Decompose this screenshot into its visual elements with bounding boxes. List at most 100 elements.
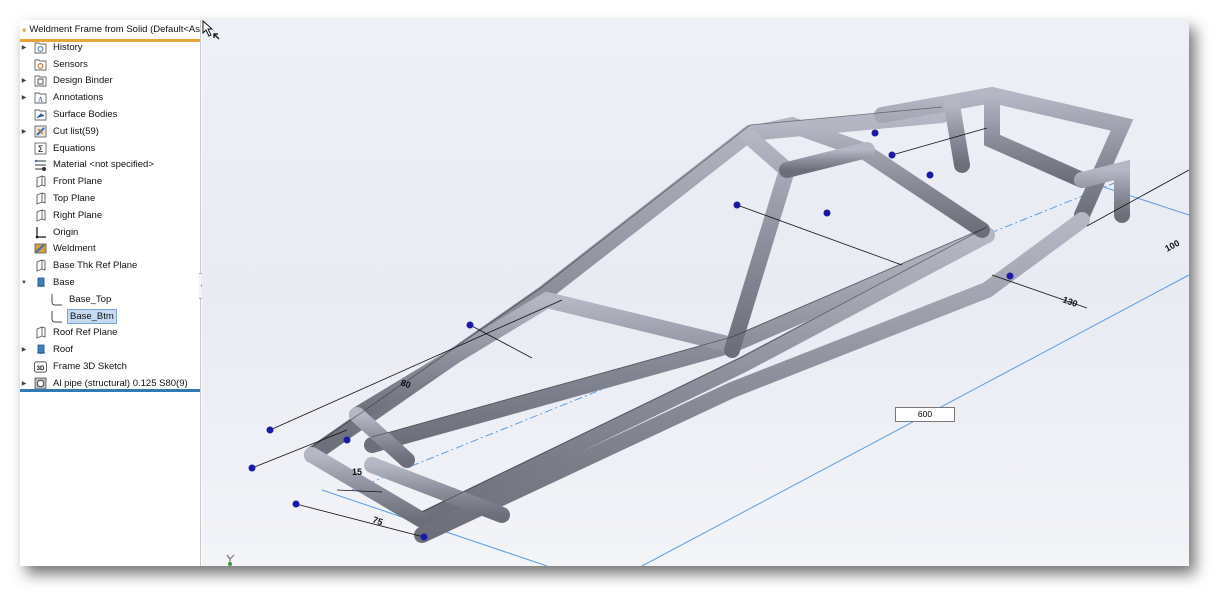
tree-item-label: Roof <box>53 344 74 356</box>
sketch-icon <box>50 293 63 306</box>
tree-item-label: Design Binder <box>53 75 113 87</box>
svg-text:Σ: Σ <box>38 145 44 155</box>
annotations-folder-icon: A <box>34 91 47 104</box>
reference-triad-icon <box>226 554 235 566</box>
sketch-point <box>823 209 831 217</box>
tree-item-roof-ref-plane[interactable]: Roof Ref Plane <box>20 325 200 342</box>
tree-item-label: Frame 3D Sketch <box>53 361 127 373</box>
tree-item-label: Roof Ref Plane <box>53 327 118 339</box>
plane-icon <box>34 209 47 222</box>
cut-list-icon <box>34 125 47 138</box>
tree-item-base[interactable]: ▼ Base <box>20 274 200 291</box>
tree-item-label: Base_Top <box>69 293 112 305</box>
mouse-cursor-icon <box>202 20 220 40</box>
app-window: Weldment Frame from Solid (Default<As ▶ H… <box>20 20 1189 566</box>
tree-item-equations[interactable]: Σ Equations <box>20 140 200 157</box>
tree-item-origin[interactable]: Origin <box>20 224 200 241</box>
rollback-bar[interactable] <box>20 389 200 392</box>
tree-item-frame-3d-sketch[interactable]: 3D Frame 3D Sketch <box>20 358 200 375</box>
collapse-arrow-icon[interactable]: ▼ <box>20 280 28 286</box>
tree-item-label: Origin <box>53 226 79 238</box>
tree-item-label: Top Plane <box>53 193 96 205</box>
expand-arrow-icon[interactable]: ▶ <box>20 380 28 387</box>
tree-item-label: Base_Btm <box>67 308 117 324</box>
expand-arrow-icon[interactable]: ▶ <box>20 94 28 101</box>
extrude-feature-icon <box>34 343 47 356</box>
tree-item-history[interactable]: ▶ History <box>20 39 200 56</box>
tree-item-front-plane[interactable]: Front Plane <box>20 173 200 190</box>
tube <box>414 227 995 528</box>
expand-arrow-icon[interactable]: ▶ <box>20 77 28 84</box>
structural-member-icon <box>34 377 47 390</box>
tree-item-roof[interactable]: ▶ Roof <box>20 341 200 358</box>
sketch-point <box>343 436 351 444</box>
sketch-point <box>888 151 896 159</box>
tree-item-weldment[interactable]: Weldment <box>20 241 200 258</box>
tree-item-label: Annotations <box>53 92 104 104</box>
svg-text:A: A <box>38 96 43 104</box>
sketch-point <box>420 533 428 541</box>
material-icon <box>34 158 47 172</box>
sketch-icon <box>50 310 63 323</box>
tree-item-label: Material <not specified> <box>53 159 154 171</box>
weldment-icon <box>34 242 47 255</box>
tree-item-label: History <box>53 41 83 53</box>
plane-icon <box>34 326 47 340</box>
sketch-point <box>871 129 879 137</box>
tree-item-label: Al pipe (structural) 0.125 S80(9) <box>53 377 188 389</box>
dimension-value-input[interactable]: 600 <box>895 407 955 422</box>
tree-item-label: Base Thk Ref Plane <box>53 260 138 272</box>
sketch-point <box>1006 272 1014 280</box>
tree-item-right-plane[interactable]: Right Plane <box>20 207 200 224</box>
tree-item-label: Cut list(59) <box>53 125 99 137</box>
sketch-point <box>466 321 474 329</box>
tree-item-base-btm[interactable]: Base_Btm <box>20 308 200 325</box>
part-title: Weldment Frame from Solid (Default<As <box>29 24 200 35</box>
sketch-point <box>266 426 274 434</box>
dimension-label: 75 <box>371 514 384 527</box>
tree-item-base-top[interactable]: Base_Top <box>20 291 200 308</box>
tree-item-cut-list-59[interactable]: ▶ Cut list(59) <box>20 123 200 140</box>
sketch-point <box>926 171 934 179</box>
tube <box>874 86 1134 223</box>
tree-item-label: Equations <box>53 142 96 154</box>
tree-item-label: Surface Bodies <box>53 109 118 121</box>
expand-arrow-icon[interactable]: ▶ <box>20 346 28 353</box>
sketch-point <box>733 201 741 209</box>
dimension-label: 130 <box>1061 294 1079 309</box>
sensors-folder-icon <box>34 58 47 71</box>
tree-item-material-not-specified[interactable]: Material <not specified> <box>20 157 200 174</box>
tree-item-label: Right Plane <box>53 209 103 221</box>
graphics-viewport[interactable]: 100 130 80 15 75 600 <box>202 20 1189 566</box>
plane-icon <box>34 259 47 272</box>
design-binder-icon <box>34 74 47 87</box>
dimension-line <box>891 127 988 156</box>
tube <box>304 107 950 463</box>
dimension-label: 100 <box>1163 238 1181 254</box>
feature-manager-tree: Weldment Frame from Solid (Default<As ▶ H… <box>20 20 201 566</box>
tree-item-surface-bodies[interactable]: Surface Bodies <box>20 106 200 123</box>
sketch-point <box>292 500 300 508</box>
weldment-model: 100 130 80 15 75 <box>248 86 1189 566</box>
expand-arrow-icon[interactable]: ▶ <box>20 44 28 51</box>
svg-text:3D: 3D <box>37 365 45 371</box>
equations-icon: Σ <box>34 142 47 155</box>
plane-icon <box>34 175 47 188</box>
tree-item-sensors[interactable]: Sensors <box>20 56 200 73</box>
extrude-feature-icon <box>34 276 47 289</box>
origin-icon <box>34 226 47 239</box>
plane-icon <box>34 192 47 205</box>
tree-item-label: Base <box>53 277 75 289</box>
tree-item-label: Front Plane <box>53 176 103 188</box>
3d-sketch-icon: 3D <box>34 360 47 373</box>
tree-item-label: Sensors <box>53 58 88 70</box>
expand-arrow-icon[interactable]: ▶ <box>20 128 28 135</box>
tree-item-top-plane[interactable]: Top Plane <box>20 190 200 207</box>
tube <box>944 97 970 173</box>
tree-item-base-thk-ref-plane[interactable]: Base Thk Ref Plane <box>20 257 200 274</box>
dimension-label: 15 <box>352 467 362 477</box>
tree-item-annotations[interactable]: ▶ A Annotations <box>20 89 200 106</box>
tree-items: ▶ History Sensors ▶ Design Binder ▶ A Annotatio… <box>20 39 200 392</box>
tree-item-design-binder[interactable]: ▶ Design Binder <box>20 73 200 90</box>
frame-tubes <box>304 86 1134 543</box>
